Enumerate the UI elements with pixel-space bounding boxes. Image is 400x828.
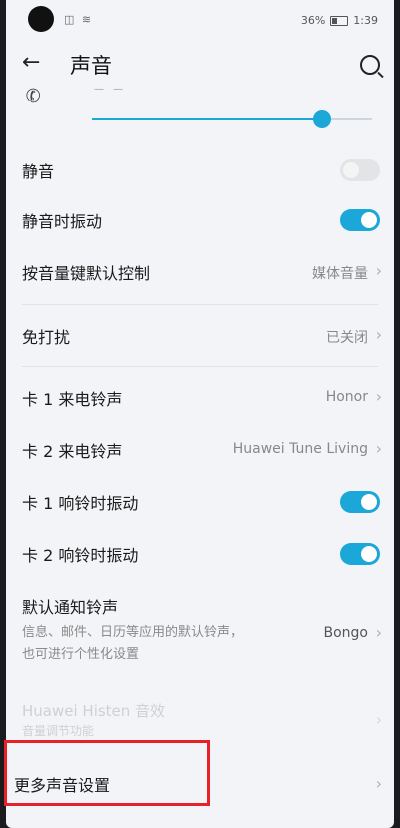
front-camera: [28, 6, 54, 32]
slider-thumb[interactable]: [312, 110, 331, 128]
notification-tone-desc-2: 也可进行个性化设置: [22, 647, 140, 662]
status-right: 36% 1:39: [301, 14, 378, 27]
sim1-ringtone-row[interactable]: 卡 1 来电铃声 Honor ›: [6, 380, 394, 416]
dnd-value: 已关闭: [326, 330, 368, 346]
app-bar: ← 声音: [6, 40, 394, 90]
sim1-vibrate-label: 卡 1 响铃时振动: [22, 494, 139, 513]
phone-icon: ✆: [23, 84, 44, 109]
battery-percent: 36%: [300, 14, 326, 27]
chevron-right-icon: ›: [375, 623, 382, 642]
histen-label: Huawei Histen 音效: [22, 702, 166, 720]
sim1-ringtone-label: 卡 1 来电铃声: [22, 390, 123, 409]
vibrate-silent-label: 静音时振动: [22, 212, 103, 231]
highlight-box: [4, 740, 210, 806]
vibrate-silent-toggle[interactable]: [340, 209, 380, 231]
settings-screen: ◫ ≋ 36% 1:39 ← 声音 ✆ — — 静音 静音时振动 按音量键默认控…: [6, 0, 394, 828]
toggle-knob: [361, 212, 377, 228]
sim2-vibrate-toggle[interactable]: [340, 543, 380, 565]
slider-fill: [92, 118, 322, 120]
status-icons: ◫ ≋: [64, 13, 94, 26]
notification-tone-row[interactable]: 默认通知铃声 信息、邮件、日历等应用的默认铃声， 也可进行个性化设置 Bongo…: [6, 590, 394, 672]
sim1-vibrate-toggle[interactable]: [340, 491, 380, 513]
toggle-knob: [343, 162, 359, 178]
clock: 1:39: [353, 14, 378, 27]
chevron-right-icon: ›: [375, 774, 382, 793]
chevron-right-icon: ›: [375, 439, 382, 458]
navigation-bar: [6, 812, 394, 828]
notification-tone-label: 默认通知铃声: [22, 598, 119, 617]
toggle-knob: [361, 546, 377, 562]
sim2-ringtone-value: Huawei Tune Living: [232, 441, 368, 457]
chevron-right-icon: ›: [375, 387, 382, 406]
arrow-left-icon[interactable]: ←: [22, 50, 40, 75]
mute-toggle[interactable]: [340, 159, 380, 181]
sim2-vibrate-label: 卡 2 响铃时振动: [22, 546, 139, 565]
chevron-right-icon: ›: [375, 325, 382, 344]
volume-key-row[interactable]: 按音量键默认控制 媒体音量 ›: [6, 254, 394, 290]
histen-row[interactable]: Huawei Histen 音效 音量调节功能 ›: [6, 696, 394, 740]
sim2-ringtone-label: 卡 2 来电铃声: [22, 442, 123, 461]
volume-key-label: 按音量键默认控制: [22, 264, 151, 283]
chevron-right-icon: ›: [375, 710, 382, 729]
battery-icon: [330, 15, 349, 26]
dnd-row[interactable]: 免打扰 已关闭 ›: [6, 318, 394, 354]
vibrate-silent-row[interactable]: 静音时振动: [6, 202, 394, 238]
notification-tone-desc-1: 信息、邮件、日历等应用的默认铃声，: [22, 625, 244, 640]
volume-label: — —: [94, 84, 127, 95]
divider: [22, 304, 378, 305]
toggle-knob: [361, 494, 377, 510]
status-bar: ◫ ≋ 36% 1:39: [6, 0, 394, 40]
ringtone-volume-row: ✆ — —: [6, 84, 394, 136]
mute-row[interactable]: 静音: [6, 152, 394, 188]
volume-key-value: 媒体音量: [312, 266, 368, 282]
chevron-right-icon: ›: [375, 261, 382, 280]
sim2-ringtone-row[interactable]: 卡 2 来电铃声 Huawei Tune Living ›: [6, 432, 394, 468]
sim1-ringtone-value: Honor: [325, 389, 368, 405]
sim1-vibrate-row[interactable]: 卡 1 响铃时振动: [6, 484, 394, 520]
search-icon[interactable]: [360, 55, 380, 75]
histen-desc: 音量调节功能: [22, 724, 95, 738]
page-title: 声音: [70, 54, 112, 78]
divider: [22, 366, 378, 367]
mute-label: 静音: [22, 162, 55, 181]
dnd-label: 免打扰: [22, 328, 71, 347]
sim2-vibrate-row[interactable]: 卡 2 响铃时振动: [6, 536, 394, 572]
ringtone-volume-slider[interactable]: [92, 110, 372, 128]
notification-tone-value: Bongo: [323, 625, 369, 641]
